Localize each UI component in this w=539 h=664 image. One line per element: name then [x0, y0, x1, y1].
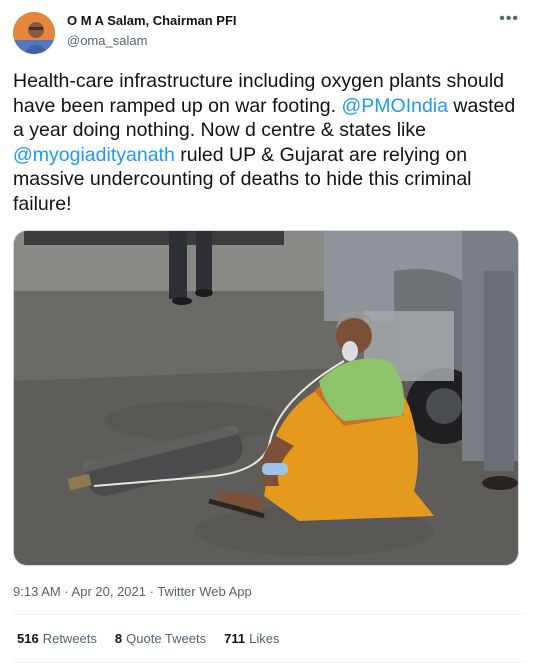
- tweet-metadata: 9:13 AM · Apr 20, 2021 · Twitter Web App: [13, 584, 252, 599]
- quote-tweets-label: Quote Tweets: [126, 631, 207, 646]
- quote-tweets-count: 8: [114, 631, 123, 646]
- author-name[interactable]: O M A Salam, Chairman PFI: [67, 13, 237, 28]
- likes-count: 711: [224, 631, 246, 646]
- divider: [13, 614, 526, 615]
- retweets-stat[interactable]: 516 Retweets: [17, 631, 97, 646]
- likes-stat[interactable]: 711 Likes: [224, 631, 279, 646]
- tweet-source[interactable]: Twitter Web App: [157, 584, 251, 599]
- author-handle[interactable]: @oma_salam: [67, 33, 147, 48]
- more-options-icon[interactable]: •••: [499, 10, 519, 28]
- quote-tweets-stat[interactable]: 8 Quote Tweets: [115, 631, 206, 646]
- tweet-date[interactable]: Apr 20, 2021: [72, 584, 146, 599]
- tweet-text: Health-care infrastructure including oxy…: [13, 69, 525, 216]
- tweet-photo[interactable]: [13, 230, 519, 566]
- likes-label: Likes: [249, 631, 280, 646]
- avatar[interactable]: [13, 12, 55, 54]
- meta-separator: ·: [146, 584, 158, 599]
- divider: [13, 662, 526, 663]
- meta-separator: ·: [60, 584, 72, 599]
- retweets-label: Retweets: [42, 631, 97, 646]
- engagement-stats: 516 Retweets 8 Quote Tweets 711 Likes: [17, 631, 279, 646]
- tweet-time[interactable]: 9:13 AM: [13, 584, 61, 599]
- mention-myogiadityanath[interactable]: @myogiadityanath: [13, 144, 175, 166]
- mention-pmoindia[interactable]: @PMOIndia: [341, 95, 448, 117]
- retweets-count: 516: [17, 631, 39, 646]
